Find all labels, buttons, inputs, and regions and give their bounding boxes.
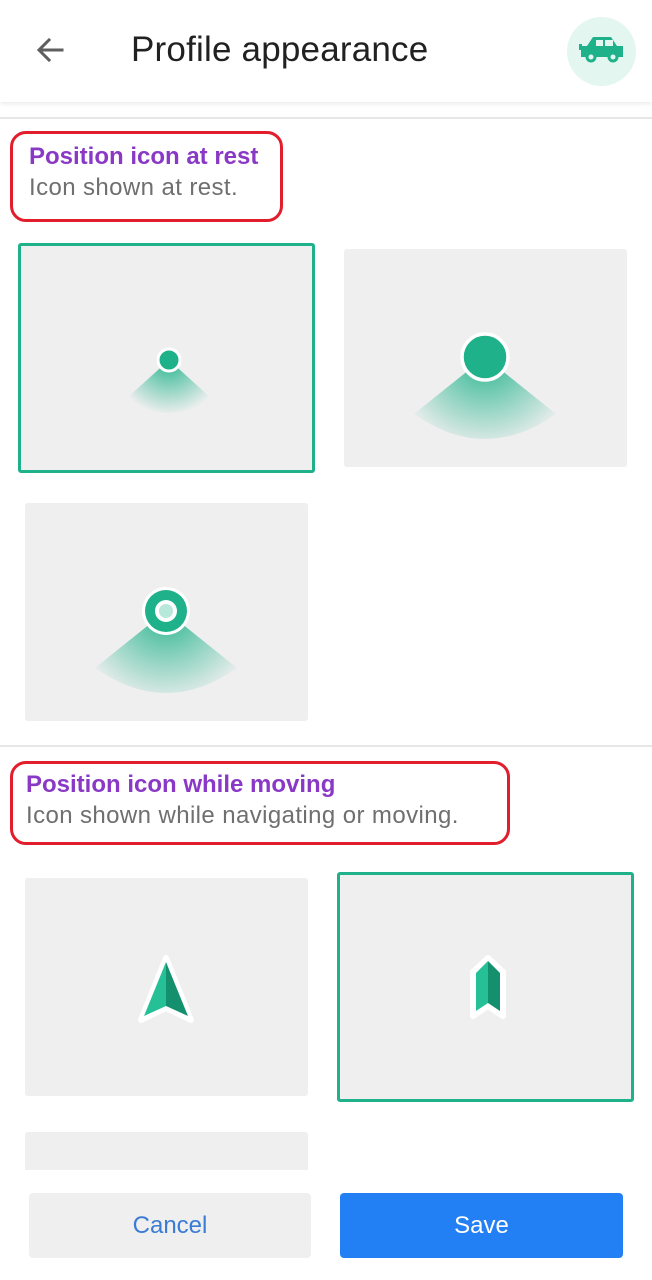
section-divider — [0, 117, 652, 119]
rest-section-title: Position icon at rest — [29, 143, 259, 170]
back-button[interactable] — [22, 26, 78, 78]
cancel-button[interactable]: Cancel — [29, 1193, 311, 1258]
rest-option-large-dot[interactable] — [344, 249, 627, 467]
navigation-arrow-icon — [138, 955, 194, 1023]
profile-icon-button[interactable] — [567, 17, 636, 86]
car-icon — [578, 34, 625, 69]
profile-appearance-screen: Profile appearance Position icon at rest… — [0, 0, 652, 1280]
moving-section-title: Position icon while moving — [26, 771, 336, 798]
bottom-action-bar: Cancel Save — [0, 1170, 652, 1280]
moving-section-subtitle: Icon shown while navigating or moving. — [26, 802, 459, 829]
large-dot-icon — [414, 332, 556, 439]
section-divider — [0, 745, 652, 747]
arrow-left-icon — [34, 34, 66, 71]
rest-option-ring-dot[interactable] — [25, 503, 308, 721]
moving-option-chevron[interactable] — [337, 872, 634, 1102]
ring-dot-icon — [95, 587, 237, 693]
rest-section-subtitle: Icon shown at rest. — [29, 174, 239, 201]
rest-option-small-dot[interactable] — [18, 243, 315, 473]
moving-option-arrow[interactable] — [25, 878, 308, 1096]
small-dot-icon — [127, 347, 211, 413]
moving-section-header: Position icon while moving Icon shown wh… — [10, 761, 510, 845]
moving-option-third[interactable] — [25, 1132, 308, 1172]
save-button[interactable]: Save — [340, 1193, 623, 1258]
top-app-bar: Profile appearance — [0, 0, 652, 102]
page-title: Profile appearance — [131, 30, 429, 69]
chevron-bookmark-icon — [470, 955, 506, 1019]
rest-section-header: Position icon at rest Icon shown at rest… — [10, 131, 283, 222]
